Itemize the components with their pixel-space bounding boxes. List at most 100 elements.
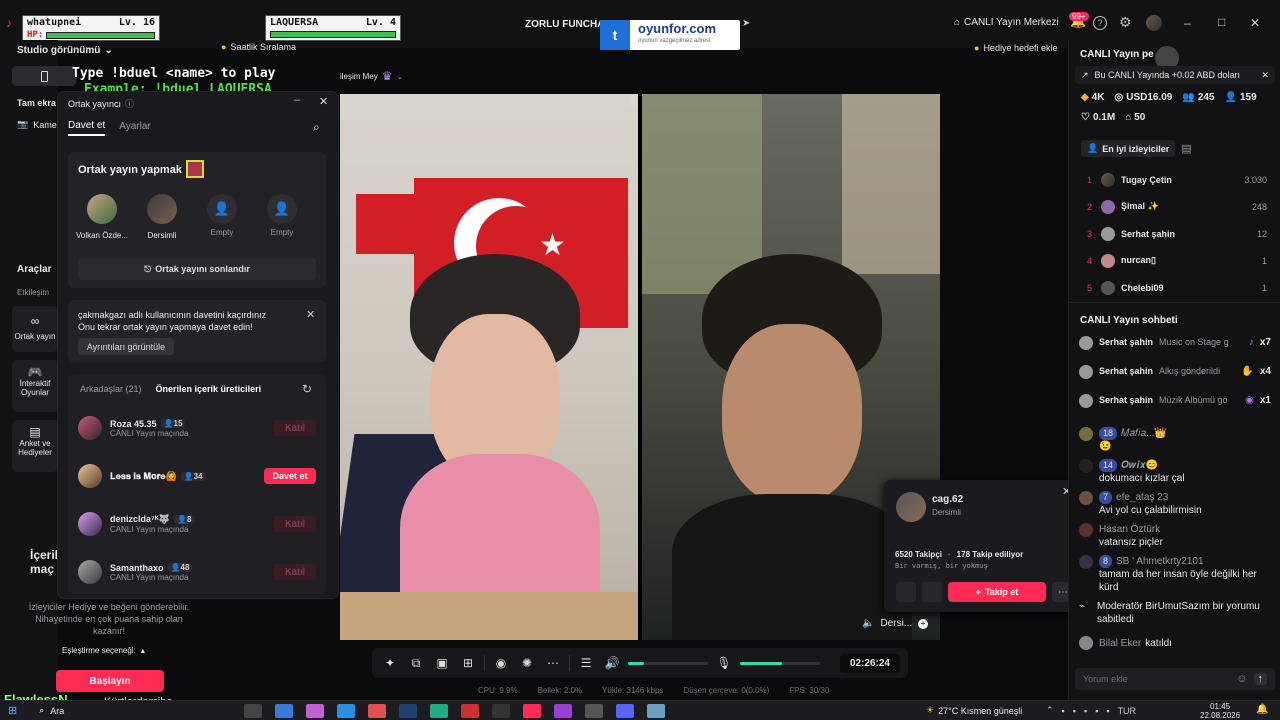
tray-icon[interactable]: ▪ bbox=[1084, 706, 1087, 716]
chevron-up-icon[interactable]: ⌃ bbox=[1046, 705, 1054, 716]
cohost-slot[interactable]: Dersimli bbox=[132, 194, 192, 240]
creators-tab[interactable]: Önerilen içerik üreticileri bbox=[156, 384, 262, 394]
top-viewers-tab[interactable]: 👤 En iyi izleyiciler bbox=[1081, 140, 1176, 157]
window-minimize-button[interactable]: – bbox=[1184, 16, 1191, 30]
camera-source[interactable]: 📷 Kame bbox=[17, 119, 57, 130]
send-icon[interactable]: ↑ bbox=[1253, 673, 1267, 685]
cohost-slot-empty[interactable]: 👤 Empty bbox=[252, 194, 312, 237]
poll-gifts-tool[interactable]: ▤ Anket ve Hediyeler bbox=[12, 420, 58, 472]
edge-icon[interactable] bbox=[337, 703, 356, 718]
tray-icon[interactable]: ▪ bbox=[1073, 706, 1076, 716]
windows-start-icon[interactable]: ⊞ bbox=[8, 704, 17, 717]
view-details-button[interactable]: Ayrıntıları görüntüle bbox=[78, 338, 174, 355]
weather-widget[interactable]: ☀ 27°C Kısmen güneşli bbox=[926, 705, 1022, 716]
tray-icon[interactable]: ▪ bbox=[1062, 706, 1065, 716]
edge-browser-icon[interactable] bbox=[430, 703, 449, 718]
taskbar-search[interactable]: ⌕ Ara bbox=[39, 705, 139, 716]
microphone-icon[interactable]: 🎙 bbox=[714, 653, 734, 673]
profile-avatar[interactable] bbox=[1146, 15, 1162, 31]
windows-app-icon[interactable] bbox=[275, 703, 294, 718]
profile-card-avatar[interactable] bbox=[896, 492, 926, 522]
start-button[interactable]: Başlayın bbox=[56, 670, 164, 692]
join-button[interactable]: Katıl bbox=[274, 564, 316, 580]
app-icon[interactable] bbox=[399, 703, 418, 718]
volume-slider[interactable] bbox=[628, 661, 708, 665]
obs-icon[interactable] bbox=[492, 703, 511, 718]
list-icon[interactable]: ▤ bbox=[1181, 142, 1191, 155]
discord-icon[interactable] bbox=[616, 703, 635, 718]
match-option-dropdown[interactable]: Eşleştirme seçeneği: ▴ bbox=[62, 646, 145, 655]
app-icon[interactable] bbox=[554, 703, 573, 718]
copilot-icon[interactable] bbox=[306, 703, 325, 718]
share-icon[interactable] bbox=[922, 582, 942, 602]
chevron-right-icon[interactable]: ➤ bbox=[742, 18, 750, 29]
viewer-row[interactable]: 1 Tugay Çetin 3.030 bbox=[1069, 166, 1280, 193]
more-icon[interactable]: ⋯ bbox=[543, 653, 563, 673]
close-icon[interactable]: ✕ bbox=[1261, 70, 1269, 81]
cohost-slot-empty[interactable]: 👤 Empty bbox=[192, 194, 252, 237]
audio-mixer-icon[interactable]: ☰ bbox=[576, 653, 596, 673]
tab-invite[interactable]: Davet et bbox=[68, 120, 106, 136]
join-button[interactable]: Katıl bbox=[274, 420, 316, 436]
invite-button[interactable]: Davet et bbox=[264, 468, 316, 484]
viewer-row[interactable]: 5 Chelebi09 1 bbox=[1069, 274, 1280, 301]
viewer-row[interactable]: 3 Serhat şahin 12 bbox=[1069, 220, 1280, 247]
end-cohost-button[interactable]: ⎋ Ortak yayını sonlandır bbox=[78, 258, 316, 280]
hourly-ranking[interactable]: ● Saatlik Sıralama bbox=[221, 42, 296, 52]
record-icon[interactable]: ◉ bbox=[491, 653, 511, 673]
tab-settings[interactable]: Ayarlar bbox=[119, 121, 151, 135]
comment-input[interactable]: Yorum ekle ☺ ↑ bbox=[1075, 668, 1275, 690]
tray-icon[interactable]: ▪ bbox=[1095, 706, 1098, 716]
app-icon[interactable] bbox=[461, 703, 480, 718]
friends-tab[interactable]: Arkadaşlar (21) bbox=[80, 384, 142, 394]
join-button[interactable]: Katıl bbox=[274, 516, 316, 532]
speaker-icon[interactable]: 🔈 bbox=[862, 618, 874, 629]
layout-icon[interactable]: ⧉ bbox=[406, 653, 426, 673]
app-icon[interactable] bbox=[585, 703, 604, 718]
add-icon[interactable]: + bbox=[918, 618, 929, 629]
follow-button[interactable]: + Takip et bbox=[948, 582, 1046, 602]
media-icon[interactable]: ⊞ bbox=[458, 653, 478, 673]
studio-view-dropdown[interactable]: Studio görünümü ⌄ bbox=[17, 45, 113, 56]
search-icon[interactable]: ⌕ bbox=[313, 120, 320, 135]
settings-gear-icon[interactable]: ⚙ bbox=[1119, 14, 1132, 31]
cohost-slot[interactable]: Volkan Özde... bbox=[72, 194, 132, 240]
split-view-icon[interactable]: ⫼ bbox=[630, 96, 635, 109]
clip-icon[interactable]: ✺ bbox=[517, 653, 537, 673]
app-icon[interactable] bbox=[647, 703, 666, 718]
interactive-games-tool[interactable]: 🎮 İnteraktif Oyunlar bbox=[12, 360, 58, 412]
effects-icon[interactable]: ✦ bbox=[380, 653, 400, 673]
window-close-button[interactable]: ✕ bbox=[1250, 16, 1260, 30]
viewer-avatar bbox=[1101, 199, 1115, 214]
window-maximize-button[interactable]: □ bbox=[1218, 15, 1225, 29]
cohost-tool[interactable]: ∞ Ortak yayın bbox=[12, 306, 58, 352]
cohost-header: Ortak yayıncı ⓘ bbox=[68, 97, 134, 110]
language-indicator[interactable]: TUR bbox=[1118, 706, 1137, 716]
task-view-icon[interactable] bbox=[244, 703, 263, 718]
mic-slider[interactable] bbox=[740, 661, 820, 665]
app-icon[interactable] bbox=[368, 703, 387, 718]
live-center-link[interactable]: ⌂ CANLI Yayın Merkezi bbox=[954, 17, 1059, 28]
close-icon[interactable]: ✕ bbox=[306, 308, 315, 321]
viewer-row[interactable]: 4 nurcan▯ 1 bbox=[1069, 247, 1280, 274]
help-icon[interactable]: ? bbox=[1093, 16, 1107, 30]
close-icon[interactable]: ✕ bbox=[319, 95, 328, 108]
fullscreen-label[interactable]: Tam ekra bbox=[17, 98, 56, 108]
top-viewers-list: 1 Tugay Çetin 3.030 2 Şimal ✨ 248 3 Serh… bbox=[1069, 166, 1280, 301]
emoji-icon[interactable]: ☺ bbox=[1236, 673, 1247, 685]
chevron-down-icon[interactable]: ⌄ bbox=[397, 72, 404, 81]
friend-status: CANLI Yayın maçında bbox=[110, 428, 189, 438]
clock[interactable]: 01:45 22.08.2026 bbox=[1200, 702, 1240, 720]
message-icon[interactable] bbox=[896, 582, 916, 602]
minimize-icon[interactable]: – bbox=[294, 94, 300, 106]
gift-goal-button[interactable]: ● Hediye hedefi ekle bbox=[974, 43, 1058, 53]
screenshot-icon[interactable]: ▣ bbox=[432, 653, 452, 673]
refresh-icon[interactable]: ↻ bbox=[302, 382, 312, 396]
tiktok-icon[interactable] bbox=[523, 703, 542, 718]
portrait-mode-button[interactable] bbox=[12, 66, 76, 86]
volume-icon[interactable]: 🔊 bbox=[602, 653, 622, 673]
info-icon[interactable]: ⓘ bbox=[125, 97, 134, 110]
viewer-row[interactable]: 2 Şimal ✨ 248 bbox=[1069, 193, 1280, 220]
notifications-icon[interactable]: 🔔 bbox=[1256, 704, 1268, 715]
tray-icon[interactable]: ▪ bbox=[1106, 706, 1109, 716]
